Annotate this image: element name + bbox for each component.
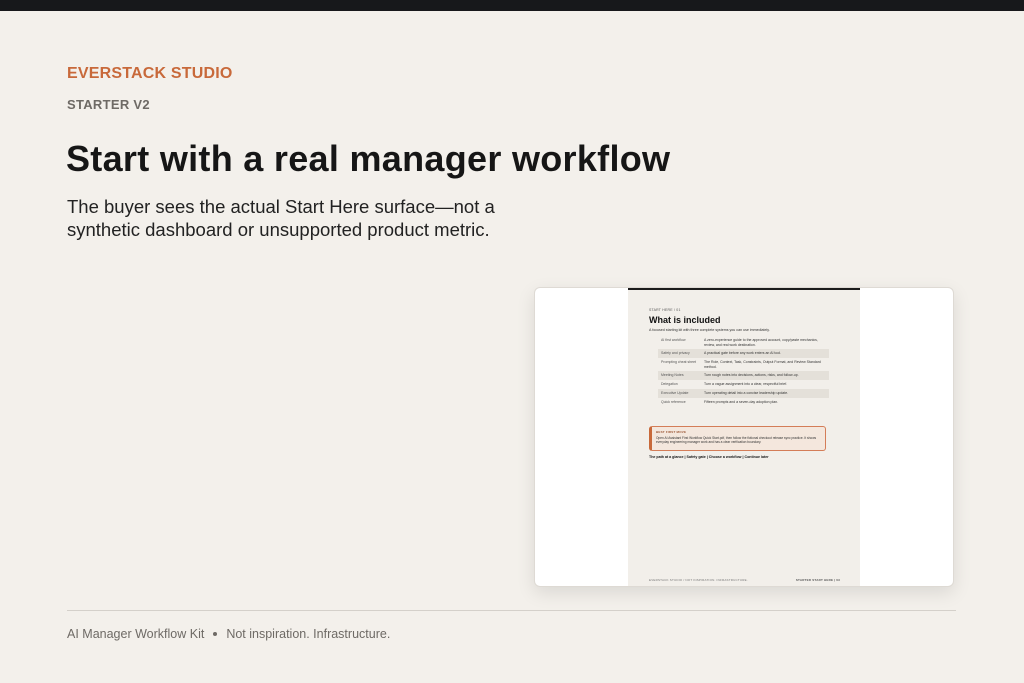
row-name: Meeting Notes xyxy=(661,373,684,378)
bullet-separator-icon xyxy=(213,632,218,636)
row-name: Prompting cheat sheet xyxy=(661,360,697,365)
row-name: Executive Update xyxy=(661,390,689,395)
footer-tagline: Not inspiration. Infrastructure. xyxy=(226,627,391,641)
table-row: Delegation Turn a vague assignment into … xyxy=(658,380,829,389)
top-bar xyxy=(0,0,1024,11)
table-row: Quick reference Fifteen prompts and a se… xyxy=(658,398,829,407)
footer-divider xyxy=(67,610,956,611)
table-row: Prompting cheat sheet The Role, Context,… xyxy=(658,358,829,371)
preview-document: START HERE / 01 What is included A focus… xyxy=(628,288,860,586)
preview-footer-right: STARTER START HERE | 03 xyxy=(795,578,840,582)
preview-title: What is included xyxy=(649,315,721,325)
preview-footer-left: EVERSTACK STUDIO / NOT INSPIRATION. INFR… xyxy=(649,578,748,582)
preview-intro: A focused starting kit with three comple… xyxy=(649,328,770,332)
row-desc: Turn a vague assignment into a clear, re… xyxy=(704,382,788,387)
preview-callout: BEST FIRST MOVE Open AI Assistant First … xyxy=(649,426,826,451)
row-name: Delegation xyxy=(661,382,678,387)
row-desc: A practical gate before any work enters … xyxy=(704,351,782,356)
edition-label: STARTER V2 xyxy=(67,97,150,112)
row-name: AI first workflow xyxy=(661,338,686,343)
row-desc: The Role, Context, Task, Constraints, Ou… xyxy=(704,360,821,369)
preview-included-table: AI first workflow A zero-experience guid… xyxy=(658,336,829,406)
page-title: Start with a real manager workflow xyxy=(66,138,671,179)
row-desc: Fifteen prompts and a seven-day adoption… xyxy=(704,399,779,404)
page-footer: AI Manager Workflow Kit Not inspiration.… xyxy=(67,627,390,641)
preview-path: The path at a glance | Safety gate | Cho… xyxy=(649,455,769,459)
brand-name: EVERSTACK STUDIO xyxy=(67,65,233,82)
footer-product: AI Manager Workflow Kit xyxy=(67,627,205,641)
table-row: AI first workflow A zero-experience guid… xyxy=(658,336,829,349)
page-subtitle: The buyer sees the actual Start Here sur… xyxy=(67,196,495,240)
table-row: Meeting Notes Turn rough notes into deci… xyxy=(658,371,829,380)
row-name: Safety and privacy xyxy=(661,351,690,356)
row-desc: A zero-experience guide to the approved … xyxy=(704,338,818,347)
row-desc: Turn operating detail into a concise lea… xyxy=(704,390,789,395)
row-desc: Turn rough notes into decisions, actions… xyxy=(704,373,799,378)
start-here-preview: START HERE / 01 What is included A focus… xyxy=(534,287,954,587)
row-name: Quick reference xyxy=(661,399,686,404)
callout-label: BEST FIRST MOVE xyxy=(656,430,687,434)
table-row: Executive Update Turn operating detail i… xyxy=(658,388,829,398)
callout-text: Open AI Assistant First Workflow Quick S… xyxy=(656,436,817,445)
preview-eyebrow: START HERE / 01 xyxy=(649,308,681,312)
table-row: Safety and privacy A practical gate befo… xyxy=(658,349,829,358)
